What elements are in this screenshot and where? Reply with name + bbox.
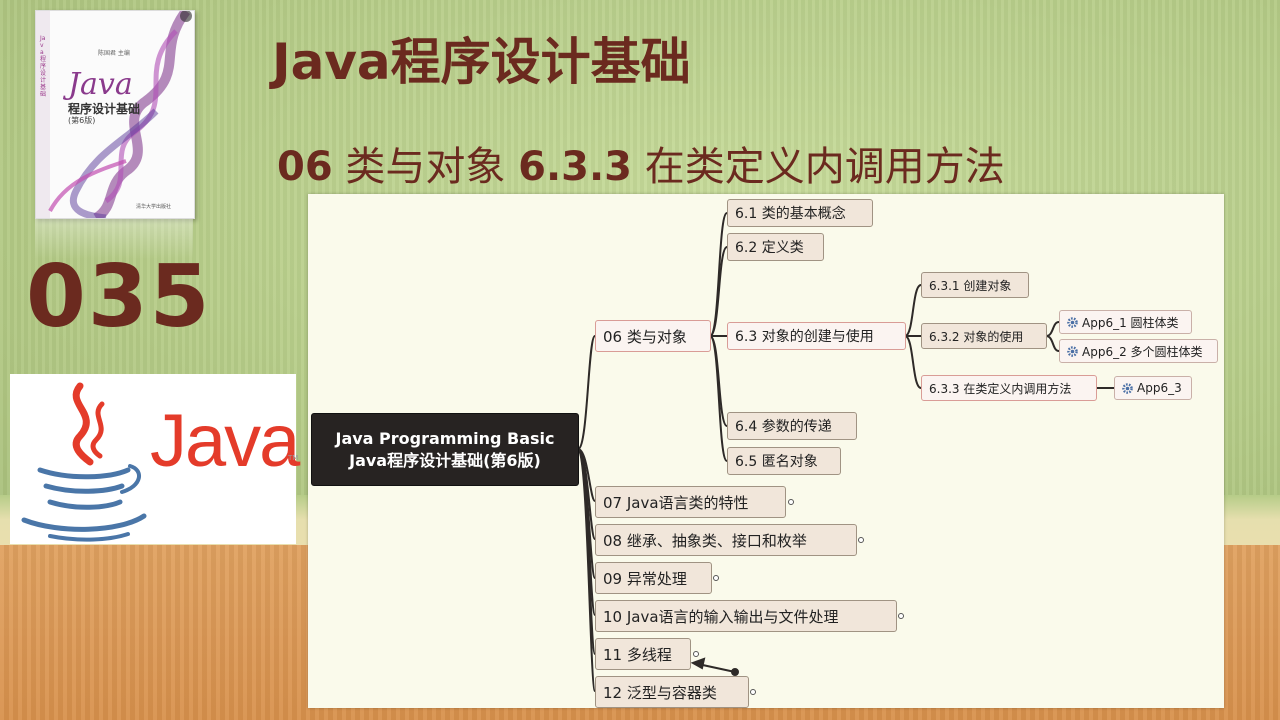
page-subtitle: 06 类与对象 6.3.3 在类定义内调用方法 xyxy=(277,134,1005,192)
section-6-2-label: 6.2 定义类 xyxy=(735,240,804,256)
app-6-1[interactable]: App6_1 圆柱体类 xyxy=(1059,310,1192,334)
chapter-09-label: 09 异常处理 xyxy=(603,569,687,588)
app-6-3[interactable]: App6_3 xyxy=(1114,376,1192,400)
section-6-1-label: 6.1 类的基本概念 xyxy=(735,206,846,222)
section-6-3[interactable]: 6.3 对象的创建与使用 xyxy=(727,322,906,350)
chapter-11[interactable]: 11 多线程 xyxy=(595,638,691,670)
subsection-6-3-1-label: 6.3.1 创建对象 xyxy=(929,278,1012,293)
app-6-1-label: App6_1 圆柱体类 xyxy=(1082,315,1179,330)
book-edition: (第6版) xyxy=(68,116,96,125)
gear-icon xyxy=(1067,316,1078,328)
java-logo: Java TM xyxy=(10,374,300,544)
root-line2: Java程序设计基础(第6版) xyxy=(349,450,541,470)
subsection-6-3-3[interactable]: 6.3.3 在类定义内调用方法 xyxy=(921,375,1097,401)
lesson-number: 035 xyxy=(26,247,212,347)
section-6-1[interactable]: 6.1 类的基本概念 xyxy=(727,199,873,227)
section-6-5-label: 6.5 匿名对象 xyxy=(735,454,818,470)
app-6-3-label: App6_3 xyxy=(1137,381,1182,395)
book-java-word: Java xyxy=(68,67,133,102)
gear-icon xyxy=(1122,382,1133,394)
chapter-06-label: 06 类与对象 xyxy=(603,327,687,346)
chapter-08-expand-icon[interactable] xyxy=(858,537,864,543)
book-cover: Java程序设计基础 陈国君 主编 Java 程序设计基础 (第6版) 清华大学… xyxy=(35,10,195,219)
chapter-07-label: 07 Java语言类的特性 xyxy=(603,493,749,512)
subsection-6-3-3-label: 6.3.3 在类定义内调用方法 xyxy=(929,381,1072,396)
page-title: Java程序设计基础 xyxy=(272,33,691,91)
chapter-12-label: 12 泛型与容器类 xyxy=(603,683,717,702)
chapter-08-label: 08 继承、抽象类、接口和枚举 xyxy=(603,531,807,550)
app-6-2[interactable]: App6_2 多个圆柱体类 xyxy=(1059,339,1218,363)
chapter-10[interactable]: 10 Java语言的输入输出与文件处理 xyxy=(595,600,897,632)
chapter-12[interactable]: 12 泛型与容器类 xyxy=(595,676,749,708)
chapter-09-expand-icon[interactable] xyxy=(713,575,719,581)
chapter-11-expand-icon[interactable] xyxy=(693,651,699,657)
subsection-6-3-1[interactable]: 6.3.1 创建对象 xyxy=(921,272,1029,298)
root-line1: Java Programming Basic xyxy=(335,428,555,448)
chapter-06[interactable]: 06 类与对象 xyxy=(595,320,711,352)
java-logo-tm: TM xyxy=(288,454,299,462)
mindmap-root[interactable]: Java Programming Basic Java程序设计基础(第6版) xyxy=(311,413,579,486)
chapter-12-expand-icon[interactable] xyxy=(750,689,756,695)
java-cup-icon xyxy=(21,382,147,542)
chapter-09[interactable]: 09 异常处理 xyxy=(595,562,712,594)
book-author: 陈国君 主编 xyxy=(98,50,130,57)
chapter-11-label: 11 多线程 xyxy=(603,645,672,664)
subtitle-chapter: 06 xyxy=(277,144,333,190)
java-logo-text: Java xyxy=(150,399,300,482)
subtitle-section-name: 在类定义内调用方法 xyxy=(632,144,1005,190)
chapter-10-label: 10 Java语言的输入输出与文件处理 xyxy=(603,607,839,626)
section-6-5[interactable]: 6.5 匿名对象 xyxy=(727,447,841,475)
subtitle-section: 6.3.3 xyxy=(518,144,632,190)
section-6-2[interactable]: 6.2 定义类 xyxy=(727,233,824,261)
chapter-10-expand-icon[interactable] xyxy=(898,613,904,619)
chapter-08[interactable]: 08 继承、抽象类、接口和枚举 xyxy=(595,524,857,556)
section-6-4-label: 6.4 参数的传递 xyxy=(735,419,832,435)
gear-icon xyxy=(1067,345,1078,357)
mindmap-canvas[interactable]: Java Programming Basic Java程序设计基础(第6版) 0… xyxy=(308,194,1224,708)
chapter-07[interactable]: 07 Java语言类的特性 xyxy=(595,486,786,518)
section-6-4[interactable]: 6.4 参数的传递 xyxy=(727,412,857,440)
subsection-6-3-2[interactable]: 6.3.2 对象的使用 xyxy=(921,323,1047,349)
book-publisher: 清华大学出版社 xyxy=(136,204,172,210)
subtitle-chapter-name: 类与对象 xyxy=(332,144,519,190)
chapter-07-expand-icon[interactable] xyxy=(788,499,794,505)
app-6-2-label: App6_2 多个圆柱体类 xyxy=(1082,344,1203,359)
section-6-3-label: 6.3 对象的创建与使用 xyxy=(735,329,874,345)
subsection-6-3-2-label: 6.3.2 对象的使用 xyxy=(929,329,1024,344)
